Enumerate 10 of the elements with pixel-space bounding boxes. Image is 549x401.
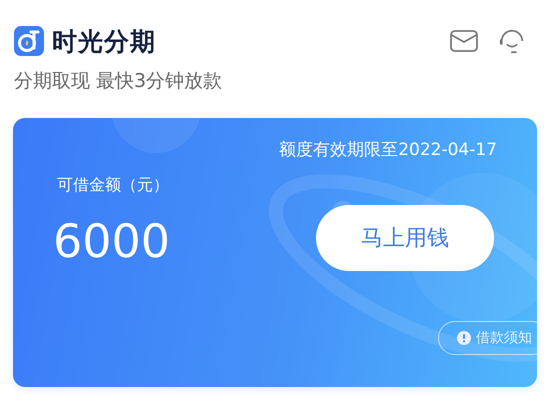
loan-notice-button[interactable]: 借款须知 xyxy=(438,321,537,355)
use-money-button[interactable]: 马上用钱 xyxy=(316,205,494,271)
amount-value: 6000 xyxy=(53,214,170,268)
validity-date: 额度有效期限至2022-04-17 xyxy=(278,139,498,161)
info-icon xyxy=(457,331,471,345)
app-name: 时光分期 xyxy=(52,26,156,58)
tagline: 分期取现 最快3分钟放款 xyxy=(13,69,224,94)
mail-icon[interactable] xyxy=(449,27,479,55)
amount-label: 可借金额（元） xyxy=(56,174,170,196)
app-logo-icon xyxy=(14,26,44,56)
